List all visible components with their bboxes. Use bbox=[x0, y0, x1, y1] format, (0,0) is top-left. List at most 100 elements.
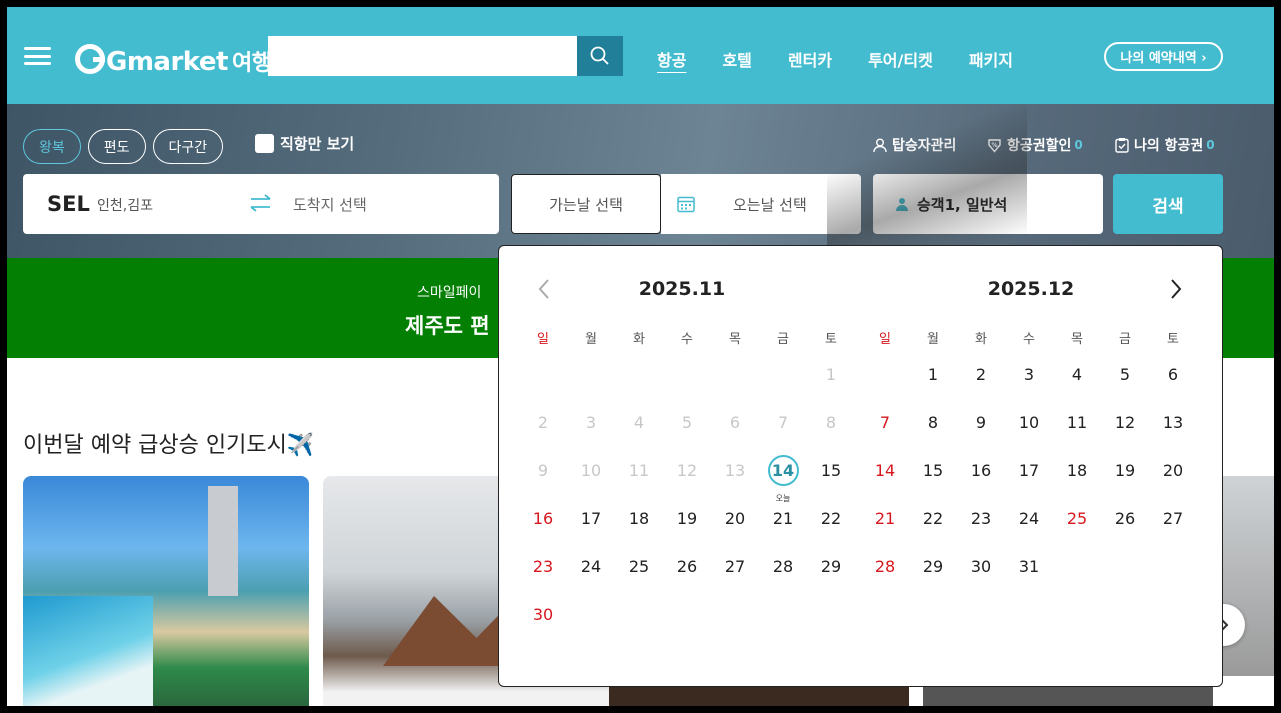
calendar-day-number: 12 bbox=[676, 461, 698, 480]
passenger-management-link[interactable]: 탑승자관리 bbox=[873, 135, 956, 155]
calendar-day-number: 29 bbox=[922, 557, 944, 576]
calendar-day[interactable]: 12 bbox=[1101, 412, 1149, 460]
calendar-day[interactable]: 5 bbox=[1101, 364, 1149, 412]
calendar-day-number: 25 bbox=[1066, 509, 1088, 528]
prev-month-button[interactable] bbox=[537, 278, 551, 304]
calendar-day[interactable]: 17 bbox=[567, 508, 615, 556]
search-button[interactable] bbox=[577, 36, 623, 76]
calendar-day[interactable]: 29 bbox=[807, 556, 855, 604]
calendar-day-number: 22 bbox=[922, 509, 944, 528]
city-card[interactable] bbox=[609, 687, 909, 706]
calendar-day: 4 bbox=[615, 412, 663, 460]
depart-date-field[interactable]: 가는날 선택 bbox=[511, 174, 661, 234]
flight-search-button[interactable]: 검색 bbox=[1113, 174, 1223, 234]
nav-tour-ticket[interactable]: 투어/티켓 bbox=[868, 47, 933, 71]
logo[interactable]: Gmarket 여행 bbox=[75, 40, 272, 77]
calendar-day[interactable]: 26 bbox=[1101, 508, 1149, 556]
calendar-day[interactable]: 2 bbox=[957, 364, 1005, 412]
calendar-day[interactable]: 21 bbox=[861, 508, 909, 556]
passenger-selector[interactable]: 승객1, 일반석 bbox=[873, 174, 1103, 234]
return-date-field[interactable]: 오는날 선택 bbox=[661, 174, 861, 234]
calendar-day[interactable]: 19 bbox=[1101, 460, 1149, 508]
calendar-day[interactable]: 25 bbox=[615, 556, 663, 604]
calendar-day[interactable]: 15 bbox=[807, 460, 855, 508]
city-card[interactable] bbox=[1222, 476, 1274, 676]
calendar-day[interactable]: 14 bbox=[861, 460, 909, 508]
menu-icon[interactable] bbox=[24, 47, 51, 65]
tab-multi-city[interactable]: 다구간 bbox=[152, 129, 224, 164]
city-card[interactable] bbox=[923, 687, 1213, 706]
calendar-day[interactable]: 29 bbox=[909, 556, 957, 604]
calendar-day[interactable]: 18 bbox=[1053, 460, 1101, 508]
calendar-day[interactable]: 21 bbox=[759, 508, 807, 556]
search-input[interactable] bbox=[268, 36, 578, 76]
calendar-day[interactable]: 1 bbox=[909, 364, 957, 412]
calendar-day[interactable]: 28 bbox=[759, 556, 807, 604]
calendar-empty-cell bbox=[663, 364, 711, 412]
calendar-day-number: 4 bbox=[633, 413, 645, 432]
calendar-day[interactable]: 20 bbox=[711, 508, 759, 556]
nav-hotel[interactable]: 호텔 bbox=[722, 47, 751, 71]
calendar-day[interactable]: 8 bbox=[909, 412, 957, 460]
calendar-day[interactable]: 6 bbox=[1149, 364, 1197, 412]
calendar-day[interactable]: 23 bbox=[519, 556, 567, 604]
calendar-day[interactable]: 22 bbox=[807, 508, 855, 556]
calendar-day-number: 5 bbox=[1119, 365, 1131, 384]
calendar-empty-cell bbox=[861, 364, 909, 412]
calendar-day[interactable]: 11 bbox=[1053, 412, 1101, 460]
coupon-icon: % bbox=[988, 138, 1001, 153]
calendar-day[interactable]: 18 bbox=[615, 508, 663, 556]
calendar-day[interactable]: 30 bbox=[519, 604, 567, 652]
popular-cities-title: 이번달 예약 급상승 인기도시✈️ bbox=[23, 433, 315, 458]
calendar-day[interactable]: 4 bbox=[1053, 364, 1101, 412]
calendar-day[interactable]: 19 bbox=[663, 508, 711, 556]
tab-one-way[interactable]: 편도 bbox=[87, 129, 146, 164]
calendar-day[interactable]: 10 bbox=[1005, 412, 1053, 460]
nav-flight[interactable]: 항공 bbox=[657, 47, 686, 71]
destination-select[interactable]: 도착지 선택 bbox=[293, 194, 367, 215]
tab-round-trip[interactable]: 왕복 bbox=[23, 129, 81, 164]
banner-title: 제주도 편 bbox=[405, 314, 490, 338]
calendar-day[interactable]: 20 bbox=[1149, 460, 1197, 508]
calendar-day[interactable]: 24 bbox=[567, 556, 615, 604]
calendar-day[interactable]: 16 bbox=[957, 460, 1005, 508]
my-tickets-link[interactable]: 나의 항공권 0 bbox=[1115, 135, 1215, 155]
origin-code: SEL bbox=[47, 192, 90, 216]
calendar-day[interactable]: 26 bbox=[663, 556, 711, 604]
direct-only-checkbox[interactable]: 직항만 보기 bbox=[255, 133, 354, 154]
calendar-day[interactable]: 31 bbox=[1005, 556, 1053, 604]
route-selector[interactable]: SEL 인천,김포 도착지 선택 bbox=[23, 174, 499, 234]
calendar-day: 11 bbox=[615, 460, 663, 508]
svg-text:%: % bbox=[991, 142, 997, 149]
calendar-day[interactable]: 22 bbox=[909, 508, 957, 556]
passenger-management-label: 탑승자관리 bbox=[892, 138, 957, 154]
nav-package[interactable]: 패키지 bbox=[969, 47, 1013, 71]
calendar-day-number: 9 bbox=[537, 461, 549, 480]
calendar-day[interactable]: 17 bbox=[1005, 460, 1053, 508]
calendar-day[interactable]: 30 bbox=[957, 556, 1005, 604]
calendar-day[interactable]: 16 bbox=[519, 508, 567, 556]
calendar-day[interactable]: 13 bbox=[1149, 412, 1197, 460]
calendar-day-number: 27 bbox=[1162, 509, 1184, 528]
calendar-day[interactable]: 24 bbox=[1005, 508, 1053, 556]
calendar-day[interactable]: 27 bbox=[711, 556, 759, 604]
calendar-day[interactable]: 28 bbox=[861, 556, 909, 604]
calendar-day-today[interactable]: 14 오늘 bbox=[759, 455, 807, 508]
calendar-day[interactable]: 15 bbox=[909, 460, 957, 508]
calendar-day[interactable]: 3 bbox=[1005, 364, 1053, 412]
calendar-day[interactable]: 27 bbox=[1149, 508, 1197, 556]
weekday-label: 월 bbox=[585, 332, 597, 347]
calendar-day-number: 28 bbox=[874, 557, 896, 576]
my-reservations-button[interactable]: 나의 예약내역 › bbox=[1104, 42, 1223, 71]
nav-rentcar[interactable]: 렌터카 bbox=[788, 47, 832, 71]
swap-icon[interactable] bbox=[249, 194, 273, 216]
calendar-day-number: 25 bbox=[628, 557, 650, 576]
calendar-day[interactable]: 9 bbox=[957, 412, 1005, 460]
flight-discount-link[interactable]: % 항공권할인 0 bbox=[987, 135, 1083, 155]
calendar-day-number: 13 bbox=[1162, 413, 1184, 432]
next-month-button[interactable] bbox=[1169, 278, 1183, 304]
city-card[interactable] bbox=[23, 476, 309, 706]
calendar-day[interactable]: 25 bbox=[1053, 508, 1101, 556]
calendar-day[interactable]: 7 bbox=[861, 412, 909, 460]
calendar-day[interactable]: 23 bbox=[957, 508, 1005, 556]
